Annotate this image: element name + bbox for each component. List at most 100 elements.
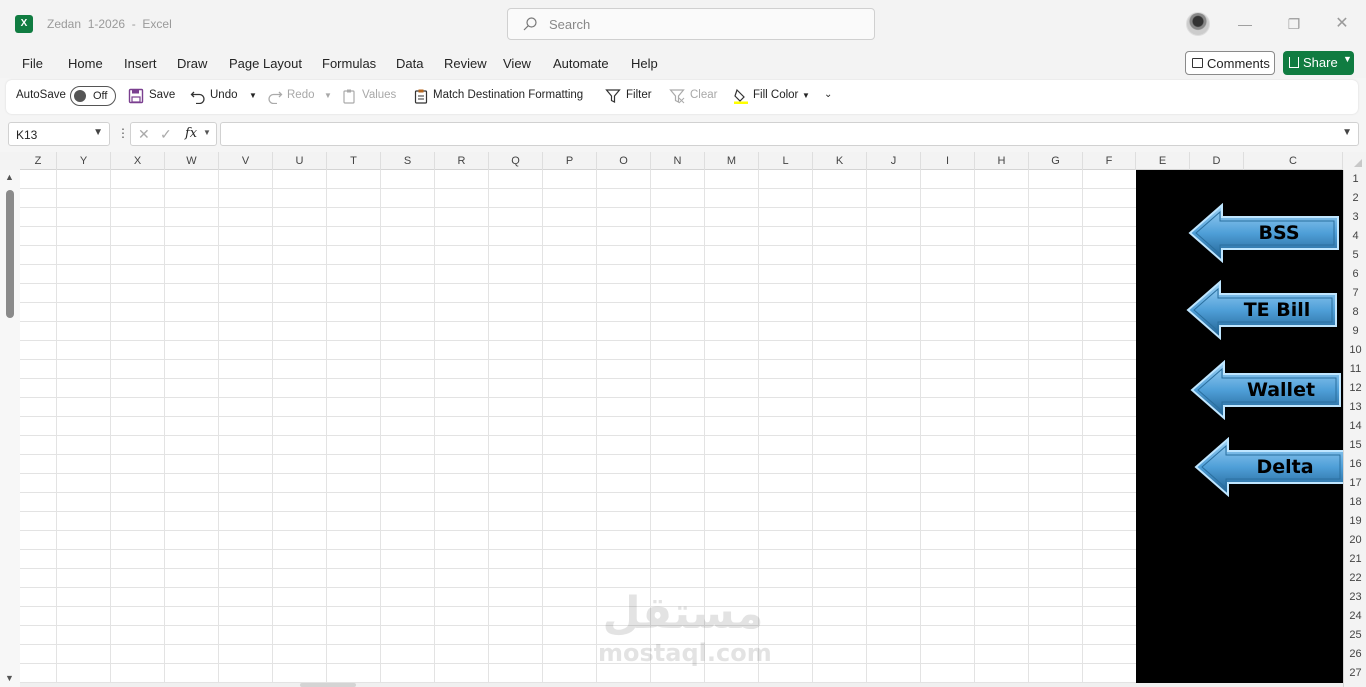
column-header[interactable]: T: [327, 152, 381, 170]
column-header[interactable]: V: [219, 152, 273, 170]
row-header[interactable]: 7: [1344, 284, 1366, 303]
row-header[interactable]: 6: [1344, 265, 1366, 284]
row-header[interactable]: 9: [1344, 322, 1366, 341]
row-header[interactable]: 2: [1344, 189, 1366, 208]
search-box[interactable]: Search: [507, 8, 875, 40]
column-header[interactable]: I: [921, 152, 975, 170]
row-header[interactable]: 13: [1344, 398, 1366, 417]
fill-color-icon[interactable]: [733, 88, 749, 104]
tab-file[interactable]: File: [22, 56, 43, 71]
column-header[interactable]: O: [597, 152, 651, 170]
column-header[interactable]: K: [813, 152, 867, 170]
column-header[interactable]: C: [1244, 152, 1343, 170]
tab-help[interactable]: Help: [631, 56, 658, 71]
column-header[interactable]: G: [1029, 152, 1083, 170]
row-header[interactable]: 12: [1344, 379, 1366, 398]
save-icon[interactable]: [128, 88, 144, 104]
minimize-icon[interactable]: —: [1233, 12, 1257, 36]
undo-icon[interactable]: [190, 88, 206, 104]
vertical-scrollbar[interactable]: ▲ ▼: [0, 170, 20, 687]
arrow-button-te-bill[interactable]: TE Bill: [1186, 280, 1338, 340]
row-header[interactable]: 1: [1344, 170, 1366, 189]
horizontal-scrollbar[interactable]: [20, 683, 1343, 687]
column-header[interactable]: M: [705, 152, 759, 170]
tab-view[interactable]: View: [503, 56, 531, 71]
column-header[interactable]: Z: [20, 152, 57, 170]
tab-insert[interactable]: Insert: [124, 56, 157, 71]
row-header[interactable]: 26: [1344, 645, 1366, 664]
undo-button[interactable]: Undo: [210, 89, 238, 101]
chevron-down-icon[interactable]: ▼: [93, 127, 103, 138]
row-header[interactable]: 23: [1344, 588, 1366, 607]
more-options-icon[interactable]: ⋮: [117, 126, 129, 140]
row-header[interactable]: 20: [1344, 531, 1366, 550]
formula-input[interactable]: ▼: [220, 122, 1359, 146]
avatar[interactable]: [1186, 12, 1210, 36]
tab-data[interactable]: Data: [396, 56, 423, 71]
arrow-button-bss[interactable]: BSS: [1188, 203, 1340, 263]
row-header[interactable]: 19: [1344, 512, 1366, 531]
column-header[interactable]: U: [273, 152, 327, 170]
close-icon[interactable]: ✕: [1330, 12, 1354, 36]
column-header[interactable]: N: [651, 152, 705, 170]
row-header[interactable]: 11: [1344, 360, 1366, 379]
undo-dropdown-icon[interactable]: ▼: [249, 91, 257, 100]
row-header[interactable]: 27: [1344, 664, 1366, 683]
column-header[interactable]: Y: [57, 152, 111, 170]
row-header[interactable]: 18: [1344, 493, 1366, 512]
row-header[interactable]: 24: [1344, 607, 1366, 626]
row-header[interactable]: 17: [1344, 474, 1366, 493]
restore-icon[interactable]: ❐: [1282, 12, 1306, 36]
column-header[interactable]: S: [381, 152, 435, 170]
tab-review[interactable]: Review: [444, 56, 487, 71]
filter-button[interactable]: Filter: [626, 89, 652, 101]
save-button[interactable]: Save: [149, 89, 175, 101]
column-header[interactable]: D: [1190, 152, 1244, 170]
column-header[interactable]: W: [165, 152, 219, 170]
tab-page-layout[interactable]: Page Layout: [229, 56, 302, 71]
scroll-down-icon[interactable]: ▼: [5, 673, 14, 683]
column-header[interactable]: H: [975, 152, 1029, 170]
comments-button[interactable]: Comments: [1185, 51, 1275, 75]
match-destination-formatting-button[interactable]: Match Destination Formatting: [433, 89, 583, 101]
row-header[interactable]: 10: [1344, 341, 1366, 360]
horizontal-scrollbar-thumb[interactable]: [300, 683, 356, 687]
share-button[interactable]: Share ▼: [1283, 51, 1354, 75]
column-header[interactable]: L: [759, 152, 813, 170]
column-header[interactable]: R: [435, 152, 489, 170]
row-header[interactable]: 3: [1344, 208, 1366, 227]
column-header[interactable]: P: [543, 152, 597, 170]
column-header[interactable]: X: [111, 152, 165, 170]
paste-formatting-icon[interactable]: [413, 88, 429, 104]
column-header[interactable]: J: [867, 152, 921, 170]
column-header[interactable]: F: [1083, 152, 1136, 170]
more-commands-icon[interactable]: ⌄: [824, 89, 832, 100]
filter-icon[interactable]: [605, 88, 621, 104]
column-header[interactable]: Q: [489, 152, 543, 170]
insert-function-button[interactable]: fx: [185, 126, 197, 141]
row-header[interactable]: 4: [1344, 227, 1366, 246]
row-header[interactable]: 21: [1344, 550, 1366, 569]
fill-color-button[interactable]: Fill Color: [753, 89, 798, 101]
expand-formula-icon[interactable]: ▼: [1342, 127, 1352, 138]
chevron-down-icon[interactable]: ▼: [203, 128, 211, 137]
fill-color-dropdown-icon[interactable]: ▼: [802, 91, 810, 100]
autosave-toggle[interactable]: Off: [70, 86, 116, 106]
row-header[interactable]: 14: [1344, 417, 1366, 436]
row-header[interactable]: 22: [1344, 569, 1366, 588]
tab-draw[interactable]: Draw: [177, 56, 207, 71]
name-box[interactable]: K13 ▼: [8, 122, 110, 146]
row-header[interactable]: 15: [1344, 436, 1366, 455]
tab-formulas[interactable]: Formulas: [322, 56, 376, 71]
select-all-corner[interactable]: [1343, 152, 1366, 170]
row-header[interactable]: 5: [1344, 246, 1366, 265]
row-header[interactable]: 25: [1344, 626, 1366, 645]
arrow-button-delta[interactable]: Delta: [1194, 437, 1343, 497]
cell-area[interactable]: [20, 170, 1136, 685]
tab-automate[interactable]: Automate: [553, 56, 609, 71]
scroll-up-icon[interactable]: ▲: [5, 172, 14, 182]
tab-home[interactable]: Home: [68, 56, 103, 71]
row-header[interactable]: 16: [1344, 455, 1366, 474]
row-header[interactable]: 8: [1344, 303, 1366, 322]
column-header[interactable]: E: [1136, 152, 1190, 170]
